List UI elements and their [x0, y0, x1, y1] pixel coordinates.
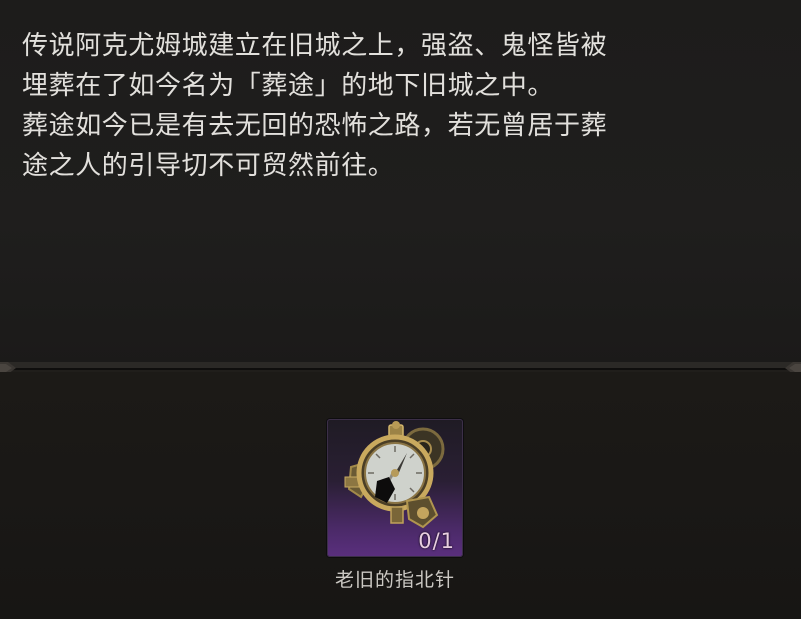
item-count: 0/1 [418, 529, 455, 553]
lore-panel: 传说阿克尤姆城建立在旧城之上，强盗、鬼怪皆被 埋葬在了如今名为「葬途」的地下旧城… [0, 0, 801, 368]
lore-description: 传说阿克尤姆城建立在旧城之上，强盗、鬼怪皆被 埋葬在了如今名为「葬途」的地下旧城… [22, 31, 608, 181]
old-compass-icon [344, 421, 445, 529]
reward-item[interactable]: 0/1 老旧的指北针 [310, 412, 490, 602]
item-name: 老旧的指北针 [334, 569, 455, 591]
reward-area: 0/1 老旧的指北针 [0, 372, 801, 619]
item-slot[interactable]: 0/1 [327, 419, 463, 557]
